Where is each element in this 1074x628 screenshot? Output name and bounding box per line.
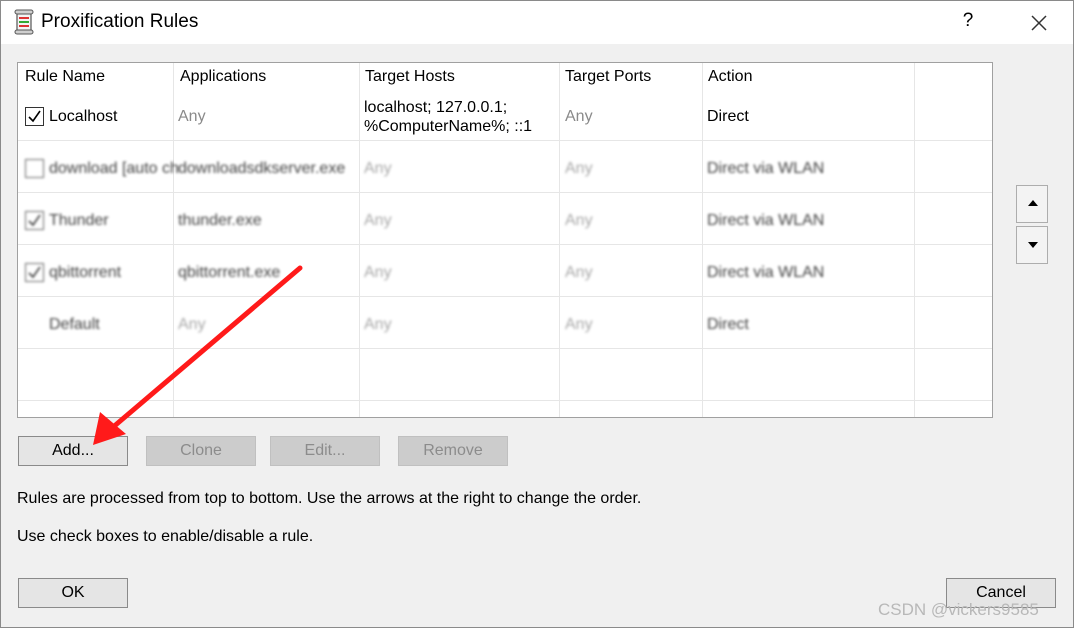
- info-text-order: Rules are processed from top to bottom. …: [17, 490, 642, 507]
- triangle-down-icon: [1028, 242, 1038, 248]
- rule-action: Direct: [707, 108, 749, 125]
- move-down-button[interactable]: [1016, 226, 1048, 264]
- triangle-up-icon: [1028, 200, 1038, 206]
- hosts-line: %ComputerName%; ::1: [364, 118, 533, 135]
- rule-target-hosts: localhost; 127.0.0.1; %ComputerName%; ::…: [364, 98, 532, 136]
- move-up-button[interactable]: [1016, 185, 1048, 223]
- rule-target-ports: Any: [565, 160, 593, 177]
- remove-rule-button[interactable]: Remove: [398, 436, 508, 466]
- row-divider: [18, 140, 992, 141]
- rules-table[interactable]: Rule Name Applications Target Hosts Targ…: [17, 62, 993, 418]
- hosts-line: localhost; 127.0.0.1;: [364, 99, 508, 116]
- close-icon[interactable]: [1024, 8, 1054, 38]
- rule-target-hosts: Any: [364, 264, 392, 281]
- column-divider: [173, 63, 174, 417]
- clone-rule-button[interactable]: Clone: [146, 436, 256, 466]
- window-title: Proxification Rules: [41, 11, 199, 32]
- rule-name: qbittorrent: [49, 264, 122, 281]
- rule-enable-checkbox[interactable]: [25, 263, 44, 282]
- rule-applications: thunder.exe: [178, 212, 262, 229]
- checkmark-icon: [28, 110, 41, 123]
- column-divider: [559, 63, 560, 417]
- row-divider: [18, 244, 992, 245]
- rule-target-hosts: Any: [364, 160, 392, 177]
- rule-target-ports: Any: [565, 108, 593, 125]
- rule-target-hosts: Any: [364, 316, 392, 333]
- header-applications[interactable]: Applications: [180, 68, 266, 86]
- rule-target-ports: Any: [565, 316, 593, 333]
- rule-applications: Any: [178, 108, 206, 125]
- rule-target-hosts: Any: [364, 212, 392, 229]
- title-bar: Proxification Rules ?: [0, 0, 1074, 44]
- header-target-ports[interactable]: Target Ports: [565, 68, 651, 86]
- rule-name: Thunder: [49, 212, 109, 229]
- add-rule-button[interactable]: Add...: [18, 436, 128, 466]
- column-divider: [702, 63, 703, 417]
- info-text-checkbox: Use check boxes to enable/disable a rule…: [17, 528, 314, 545]
- rule-name: Default: [49, 316, 100, 333]
- column-divider: [914, 63, 915, 417]
- rule-name: Localhost: [49, 108, 118, 125]
- rule-applications: Any: [178, 316, 206, 333]
- column-divider: [359, 63, 360, 417]
- rule-applications: downloadsdkserver.exe: [178, 160, 346, 177]
- rule-action: Direct via WLAN: [707, 264, 825, 281]
- row-divider: [18, 348, 992, 349]
- rule-action: Direct via WLAN: [707, 160, 825, 177]
- rule-enable-checkbox[interactable]: [25, 107, 44, 126]
- watermark: CSDN @vickers9585: [878, 600, 1039, 619]
- rule-name: download [auto ch: [49, 160, 179, 177]
- row-divider: [18, 192, 992, 193]
- header-target-hosts[interactable]: Target Hosts: [365, 68, 455, 86]
- scroll-icon: [14, 9, 34, 35]
- checkmark-icon: [28, 214, 41, 227]
- rule-target-ports: Any: [565, 212, 593, 229]
- row-divider: [18, 296, 992, 297]
- rule-target-ports: Any: [565, 264, 593, 281]
- help-button[interactable]: ?: [955, 10, 981, 36]
- rule-action: Direct: [707, 316, 749, 333]
- rule-action: Direct via WLAN: [707, 212, 825, 229]
- header-action[interactable]: Action: [708, 68, 752, 86]
- checkmark-icon: [28, 266, 41, 279]
- ok-button[interactable]: OK: [18, 578, 128, 608]
- rule-applications: qbittorrent.exe: [178, 264, 281, 281]
- header-rule-name[interactable]: Rule Name: [25, 68, 105, 86]
- row-divider: [18, 400, 992, 401]
- edit-rule-button[interactable]: Edit...: [270, 436, 380, 466]
- rule-enable-checkbox[interactable]: [25, 211, 44, 230]
- rule-enable-checkbox[interactable]: [25, 159, 44, 178]
